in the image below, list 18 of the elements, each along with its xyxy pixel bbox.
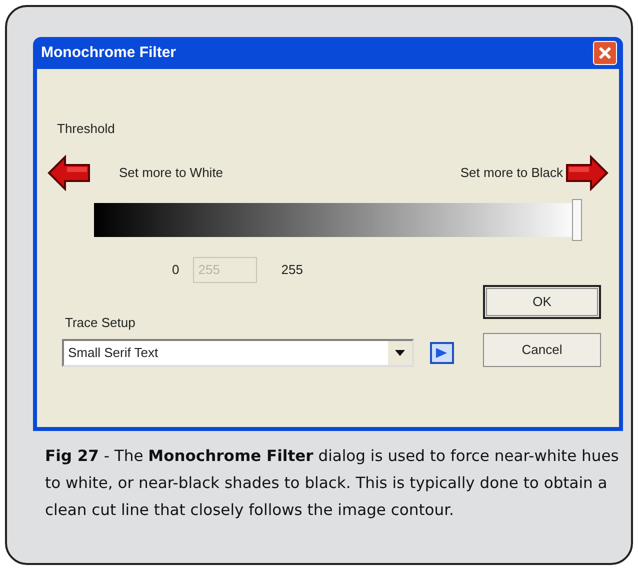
trace-setup-label: Trace Setup [65, 314, 136, 332]
right-arrow-icon[interactable] [565, 154, 609, 190]
slider-thumb[interactable] [572, 198, 582, 240]
close-icon [598, 46, 612, 60]
right-hint: Set more to Black [460, 164, 563, 182]
max-value: 255 [281, 260, 303, 279]
left-arrow-icon[interactable] [47, 154, 91, 190]
play-tool-icon[interactable] [430, 342, 454, 364]
min-value: 0 [172, 260, 180, 279]
dialog-button[interactable]: OK [483, 284, 601, 318]
dialog-button[interactable]: Cancel [483, 332, 601, 366]
dropdown-caret-icon[interactable] [388, 340, 412, 364]
window-title: Monochrome Filter [41, 42, 176, 63]
figure-caption: Fig 27 - The Monochrome Filter dialog is used to force near-white hues to white, or near-black shades to black. This is typically done to obtain a clean cut line that closely follows the image contour. [45, 446, 620, 521]
close-button[interactable] [593, 41, 617, 65]
threshold-label: Threshold [57, 120, 116, 138]
left-hint: Set more to White [119, 164, 224, 182]
trace-setup-dropdown[interactable]: Small Serif Text [62, 338, 414, 366]
